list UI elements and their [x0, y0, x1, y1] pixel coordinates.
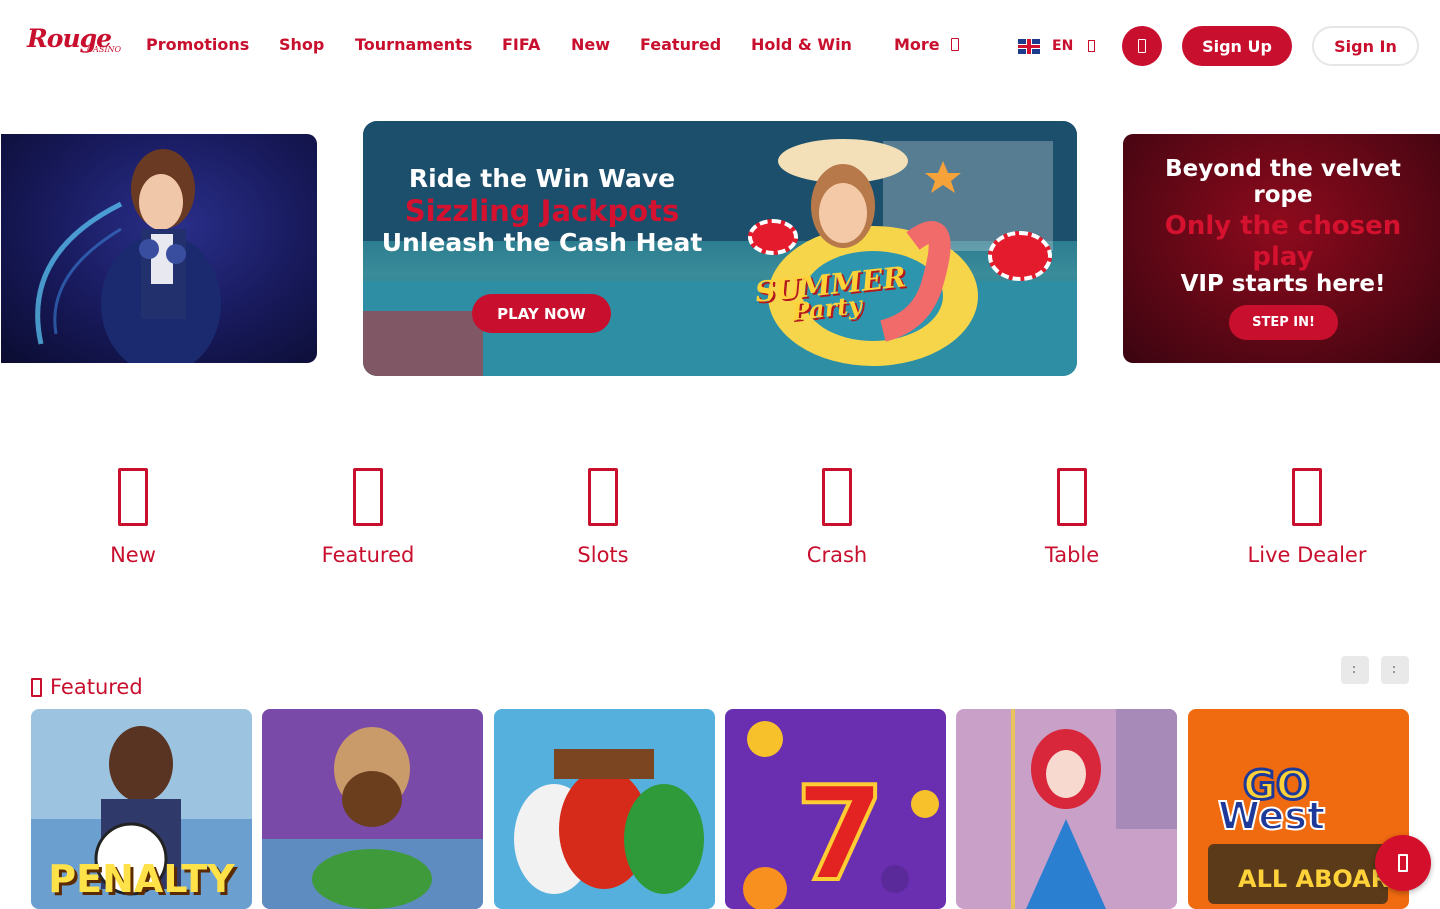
- category-new[interactable]: New: [48, 468, 218, 567]
- language-selector[interactable]: EN: [1018, 37, 1096, 55]
- game-tile[interactable]: [262, 709, 483, 909]
- cards-icon: [1057, 468, 1087, 526]
- carousel-slide-previous[interactable]: [1, 134, 317, 363]
- logo-subtitle: CASINO: [87, 45, 122, 54]
- chevron-down-icon: [1088, 40, 1096, 52]
- category-label: Slots: [577, 543, 629, 567]
- game-tile[interactable]: 7: [725, 709, 946, 909]
- language-label: EN: [1052, 38, 1074, 54]
- svg-text:7: 7: [795, 758, 885, 909]
- slide-headline: Beyond the velvet rope: [1165, 156, 1401, 208]
- nav-fifa[interactable]: FIFA: [502, 35, 540, 54]
- user-icon-button[interactable]: [1122, 26, 1162, 66]
- chevron-down-icon: [950, 38, 959, 51]
- sign-up-button[interactable]: Sign Up: [1182, 26, 1292, 66]
- category-label: Featured: [321, 543, 415, 567]
- svg-text:West: West: [1218, 794, 1325, 838]
- slide-headline: Ride the Win Wave: [408, 164, 676, 193]
- nav-tournaments[interactable]: Tournaments: [355, 35, 472, 54]
- game-tile[interactable]: [494, 709, 715, 909]
- nav-new[interactable]: New: [571, 35, 610, 54]
- game-art: [262, 709, 483, 909]
- category-featured[interactable]: Featured: [283, 468, 453, 567]
- uk-flag-icon: [1018, 38, 1040, 54]
- game-tile[interactable]: GO West ALL ABOARD: [1188, 709, 1409, 909]
- game-art: 7: [725, 709, 946, 909]
- chat-button[interactable]: [1375, 835, 1431, 891]
- slide-subheadline: Unleash the Cash Heat: [381, 228, 703, 257]
- category-label: Crash: [806, 543, 868, 567]
- carousel-prev-button[interactable]: [1341, 656, 1369, 684]
- category-live-dealer[interactable]: Live Dealer: [1222, 468, 1392, 567]
- category-slots[interactable]: Slots: [518, 468, 688, 567]
- featured-heading-label: Featured: [50, 675, 143, 699]
- nav-more[interactable]: More: [894, 35, 959, 54]
- step-in-button[interactable]: STEP IN!: [1229, 305, 1338, 340]
- casino-chip-icon: [988, 231, 1052, 281]
- sign-in-button[interactable]: Sign In: [1312, 26, 1419, 66]
- game-tile[interactable]: [956, 709, 1177, 909]
- slots-icon: [588, 468, 618, 526]
- featured-heading: Featured: [31, 675, 143, 699]
- game-art: GO West ALL ABOARD: [1188, 709, 1409, 909]
- nav-featured[interactable]: Featured: [640, 35, 721, 54]
- dealer-icon: [1292, 468, 1322, 526]
- slide-illustration: [35, 149, 221, 363]
- star-icon: [353, 468, 383, 526]
- carousel-next-button[interactable]: [1381, 656, 1409, 684]
- game-art: [494, 709, 715, 909]
- new-icon: [118, 468, 148, 526]
- chat-icon: [1398, 854, 1408, 872]
- nav-promotions[interactable]: Promotions: [146, 35, 249, 54]
- rouge-casino-logo[interactable]: Rouge CASINO: [27, 24, 123, 58]
- slide-highlight: Sizzling Jackpots: [404, 194, 680, 228]
- category-table[interactable]: Table: [987, 468, 1157, 567]
- game-tile-penalty[interactable]: PENALTY: [31, 709, 252, 909]
- nav-hold-and-win[interactable]: Hold & Win: [751, 35, 852, 54]
- category-label: Live Dealer: [1247, 543, 1367, 567]
- user-icon: [1138, 39, 1146, 53]
- rocket-icon: [822, 468, 852, 526]
- category-crash[interactable]: Crash: [752, 468, 922, 567]
- nav-more-label: More: [894, 35, 940, 54]
- play-now-button[interactable]: PLAY NOW: [472, 294, 611, 333]
- header: Rouge CASINO Promotions Shop Tournaments…: [0, 0, 1440, 92]
- slide-subheadline: VIP starts here!: [1180, 271, 1386, 297]
- category-label: New: [110, 543, 156, 567]
- category-label: Table: [1044, 543, 1100, 567]
- nav-shop[interactable]: Shop: [279, 35, 324, 54]
- game-title: PENALTY: [48, 857, 235, 901]
- slide-highlight: Only the chosen play: [1164, 211, 1402, 272]
- game-art: [956, 709, 1177, 909]
- casino-chip-icon: [748, 219, 798, 255]
- star-icon: [31, 677, 42, 697]
